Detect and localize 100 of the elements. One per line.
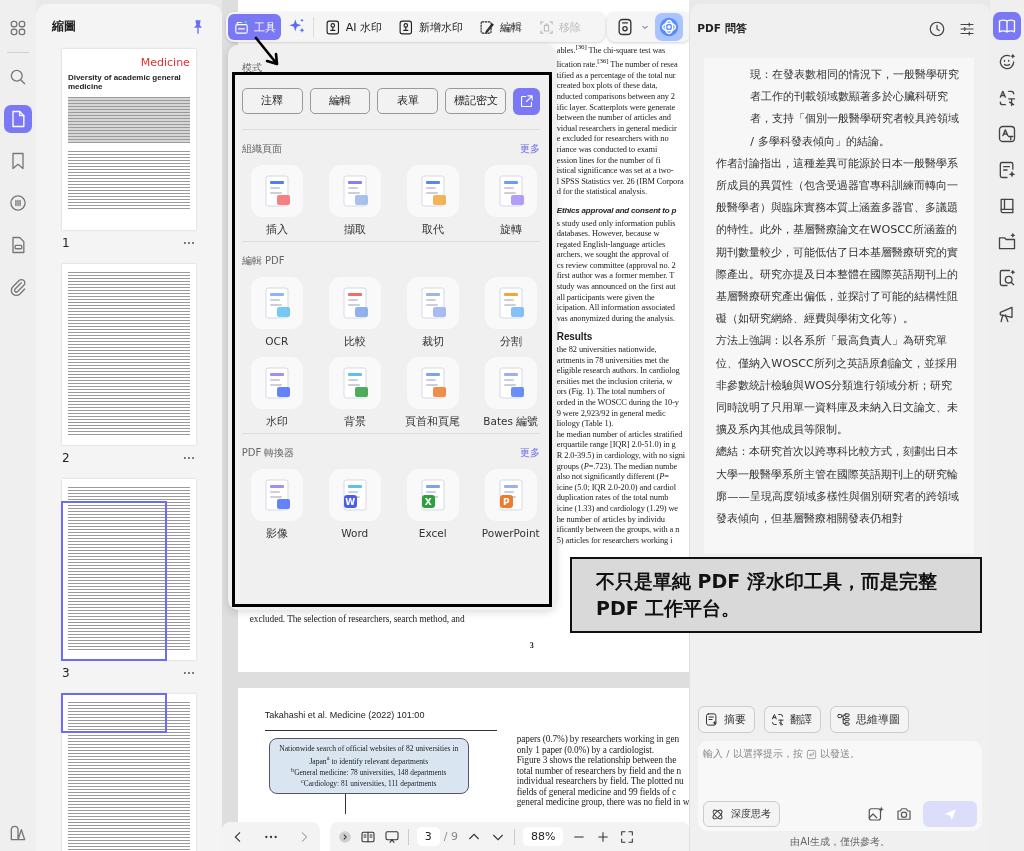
toolbar-button[interactable]: AI 水印: [319, 14, 388, 40]
body-text-line: orded in the WOSCC during the 10-y: [556, 398, 680, 409]
body-text-line: 5) articles for researchers working i: [556, 535, 674, 547]
tool-item[interactable]: 分割: [475, 277, 546, 351]
body-text-line: first author was a former member. T: [556, 271, 676, 283]
tool-item[interactable]: 取代: [397, 165, 468, 239]
body-text-line: fields of general medicine and 99 fields of c: [516, 786, 677, 797]
body-text-line: between the number of articles and: [556, 113, 672, 124]
book-sparkle-icon: [997, 16, 1017, 36]
page-number: 3: [61, 666, 70, 680]
section-title: PDF 轉換器: [241, 446, 295, 460]
panel-title: 縮圖: [51, 18, 76, 35]
tool-label: 分割: [499, 335, 522, 349]
body-text-line: icine (1.33) and cardiology (1.29) we: [556, 503, 679, 515]
body-text-line: riance was conducted to exami: [556, 144, 659, 156]
answer-paragraph: 總結：本研究首次以跨專科比較方式，刻劃出日本大學一般醫學系所主管在國際英語期刊上的研究輪廓——呈現高度領域多樣性與個別研究者的跨領域發表傾向，但基層醫療相關發表仍相對: [716, 444, 960, 528]
section-title: 組織頁面: [241, 142, 282, 156]
presentation-icon[interactable]: [383, 828, 400, 845]
page-input[interactable]: 3: [416, 827, 440, 846]
tool-item[interactable]: 比較: [319, 277, 390, 351]
tool-item[interactable]: 插入: [241, 165, 312, 239]
body-text-line: vas anonymized during the analysis.: [556, 313, 676, 325]
body-text-line: the 82 universities nationwide,: [556, 345, 658, 356]
body-text-line: he median number of articles stratified: [556, 429, 684, 441]
folder-sparkle-icon: [997, 232, 1017, 252]
open-button[interactable]: [512, 88, 540, 115]
deep-think-button[interactable]: 深度思考: [703, 801, 781, 827]
document-search-icon: [997, 268, 1017, 288]
body-text-line: artments in 78 universities met the: [556, 355, 670, 367]
toolbar-button[interactable]: 新增水印: [393, 14, 469, 40]
body-text-line: all participants were given the: [556, 292, 656, 304]
page-icon[interactable]: [4, 105, 32, 133]
more-link[interactable]: 更多: [519, 142, 540, 156]
toolbar-button[interactable]: 工具: [227, 14, 281, 40]
mode-button[interactable]: 注釋: [241, 88, 303, 114]
body-text-line: Figure 3 shows the relationship between the: [516, 755, 678, 766]
tool-label: 裁切: [421, 335, 444, 349]
body-text-line: papers (0.7%) by researchers working in gen: [516, 734, 680, 745]
tool-item[interactable]: 影像: [241, 469, 312, 543]
section-title: 編輯 PDF: [241, 254, 285, 268]
tool-label: 頁首和頁尾: [405, 415, 461, 429]
book-sparkle-button[interactable]: [993, 12, 1021, 40]
toolbar-button[interactable]: 編輯: [474, 14, 528, 40]
tool-item[interactable]: 背景: [319, 357, 390, 431]
tool-item[interactable]: P PowerPoint: [475, 469, 546, 543]
prompt-chip[interactable]: 思維導圖: [830, 706, 910, 733]
image-sparkle-icon[interactable]: [867, 805, 886, 823]
prompt-chip[interactable]: 摘要: [698, 706, 756, 733]
mode-button[interactable]: 編輯: [309, 88, 371, 114]
viewport-frame[interactable]: [60, 693, 167, 733]
panel-title: PDF 問答: [697, 22, 748, 36]
prompt-chip[interactable]: 翻譯: [764, 706, 822, 733]
body-text-line: ific layer. Scatterplots were generate: [556, 102, 677, 114]
trash-icon: [538, 18, 556, 36]
tool-item[interactable]: 水印: [241, 357, 312, 431]
tool-label: PowerPoint: [481, 527, 540, 541]
body-text-line: also not significantly different (P=: [556, 472, 670, 483]
input-placeholder: 輸入 / 以選擇提示，按: [703, 748, 803, 761]
tool-item[interactable]: 頁首和頁尾: [397, 357, 468, 431]
body-text-line: vidual researchers in general medicir: [556, 123, 678, 135]
expand-icon[interactable]: [337, 829, 352, 844]
tool-label: Bates 編號: [483, 415, 539, 429]
body-text-line: ors (Fig. 1). The total numbers of: [556, 387, 666, 398]
fit-page-icon[interactable]: [619, 828, 636, 845]
body-text-line: created box plots of these data,: [556, 81, 659, 92]
history-icon[interactable]: [928, 20, 947, 38]
tool-item[interactable]: X Excel: [397, 469, 468, 543]
body-text-line: R 2.0-39.5) in cardiology, with no signi: [556, 450, 687, 462]
tool-item[interactable]: 裁切: [397, 277, 468, 351]
journal-logo: Medicine: [140, 57, 190, 69]
tool-label: 影像: [265, 527, 288, 541]
smile-sparkle-icon: [997, 52, 1017, 72]
body-text-line: istical significance was set at a two-: [556, 166, 675, 177]
input-placeholder: 以發送。: [819, 748, 860, 761]
ai-assistant-button[interactable]: [654, 13, 683, 41]
page-thumbnail[interactable]: [61, 264, 196, 445]
tool-item[interactable]: Bates 編號: [475, 357, 546, 431]
chat-input[interactable]: 輸入 / 以選擇提示，按 以發送。 深度思考: [698, 741, 983, 831]
tool-item[interactable]: OCR: [241, 277, 312, 351]
body-text-line: d for the statistical analysis.: [556, 187, 648, 198]
body-text-line: 9 were 2,923/92 in general medic: [556, 408, 667, 420]
tool-item[interactable]: W Word: [319, 469, 390, 543]
more-link[interactable]: 更多: [519, 446, 540, 460]
page-thumbnail[interactable]: [61, 479, 196, 660]
settings-icon[interactable]: [958, 20, 977, 38]
mode-button[interactable]: 標記密文: [445, 88, 506, 114]
tool-item[interactable]: 旋轉: [475, 165, 546, 239]
mode-button[interactable]: 表單: [377, 88, 439, 114]
answer-paragraph: 現：在發表數相同的情況下，一般醫學研究者工作的刊載領域數顯著多於心臟科研究者，支持「個別一般醫學研究者較具跨領域 / 多學科發表傾向」的結論。: [749, 67, 961, 150]
viewport-frame[interactable]: [60, 501, 167, 661]
answer-paragraph: 方法上強調：以各系所「最高負責人」為研究單位、僅納入WOSCC所列之英語原創論文，並採用非參數統計檢驗與WOS分類進行領域分析；研究同時說明了只用單一資料庫及未納入日文論文、未擴及系內其他成員等限制。: [716, 333, 960, 439]
ai-orbit-icon: [657, 16, 680, 38]
page-thumbnail[interactable]: Medicine Diversity of academic general medicine: [61, 49, 196, 230]
camera-icon[interactable]: [895, 805, 914, 823]
tool-label: 插入: [265, 223, 288, 237]
tool-item[interactable]: 擷取: [319, 165, 390, 239]
tool-label: 水印: [265, 415, 288, 429]
zoom-field[interactable]: 88%: [523, 827, 564, 846]
page-number: 2: [61, 451, 70, 465]
body-text-line: groups (P=.723). The median numbe: [556, 461, 679, 473]
